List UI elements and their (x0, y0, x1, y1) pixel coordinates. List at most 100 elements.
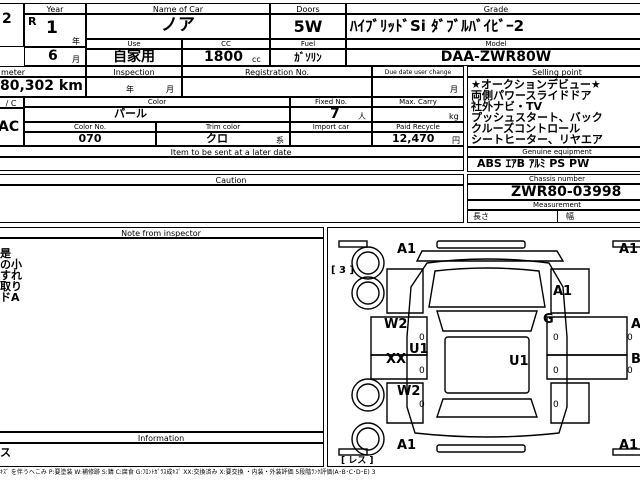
cc-value: 1800 (204, 49, 243, 65)
fuel-header: Fuel (270, 39, 346, 49)
model-value: DAA-ZWR80W (440, 49, 552, 65)
right-front-door (546, 316, 628, 356)
registration-cell (182, 77, 372, 97)
month-number: 6 (48, 48, 58, 64)
zero-mark: 0 (553, 366, 559, 376)
tire-rear-left2-inner (356, 427, 380, 451)
mark-u1-roof: U1 (509, 354, 529, 369)
year-unit: 年 (72, 37, 80, 46)
colorno-header: Color No. (24, 122, 156, 132)
color-header: Color (24, 97, 290, 107)
mark-w2-front-door: W2 (384, 317, 407, 332)
measure-header: Measurement (467, 200, 640, 210)
mark-b-right: B (631, 352, 640, 367)
year-number: 1 (46, 18, 58, 38)
zero-mark: 0 (627, 366, 633, 376)
later-header: Item to be sent at a later date (0, 146, 464, 157)
bracket-bottom: [ レス ] (341, 455, 374, 466)
info-cell (0, 443, 324, 467)
rear-window (436, 398, 538, 418)
measure-divider (557, 210, 558, 223)
mark-u1-left: U1 (409, 342, 429, 357)
colorno-value: 070 (78, 132, 102, 145)
fuel-value: ｶﾞｿﾘﾝ (294, 51, 322, 64)
mark-a1-hood: A1 (553, 284, 572, 299)
ac-value: AC (0, 119, 20, 135)
mark-a1-bottom-right: A1 (619, 438, 638, 453)
doors-value: 5W (293, 17, 323, 36)
recycle-value: 12,470 (392, 132, 435, 145)
mark-a-right: A (631, 317, 640, 332)
model-header: Model (346, 39, 640, 49)
zero-mark: 0 (419, 400, 425, 410)
zero-mark: 0 (553, 400, 559, 410)
meter-header: meter (0, 66, 86, 77)
width-label: 幅 (566, 212, 574, 221)
caution-cell (0, 185, 464, 223)
note-cell (0, 238, 324, 432)
tire-front-left2-inner (356, 281, 380, 305)
bracket-top: [ 3 ] (331, 265, 354, 276)
due-header: Due date user change (372, 66, 464, 77)
cc-unit: cc (252, 55, 261, 64)
info-value: ス (0, 446, 11, 459)
note-line: ドA (0, 291, 20, 304)
tire-rear-left-inner (356, 383, 380, 407)
car-body (406, 258, 568, 438)
trim-header: Trim color (156, 122, 290, 132)
inspection-header: Inspection (86, 66, 182, 77)
car-damage-diagram: [ 3 ] [ レス ] A1 A1 A1 G W2 U1 XX U1 W2 A… (331, 240, 640, 466)
note-header: Note from inspector (0, 227, 324, 238)
mark-a1-bottom-left: A1 (397, 438, 416, 453)
zero-mark: 0 (627, 333, 633, 343)
hood (428, 267, 546, 308)
c-header: / C (0, 97, 24, 108)
inspection-year-unit: 年 (126, 85, 134, 94)
footer-legend: ｷｽﾞ を伴うへこみ P:要塗装 W:補修跡 S:錆 C:腐食 G:ﾌﾛﾝﾄｶﾞ… (0, 469, 376, 476)
later-cell (0, 157, 464, 171)
selling-header: Selling point (467, 66, 640, 77)
mark-xx-left: XX (386, 352, 406, 367)
inspection-month-unit: 月 (166, 85, 174, 94)
doors-header: Doors (270, 3, 346, 14)
recycle-unit: 円 (452, 136, 460, 145)
chassis-header: Chassis number (467, 174, 640, 184)
mark-g: G (543, 312, 554, 327)
tire-front-left-inner (356, 251, 380, 275)
grade-value: ﾊｲﾌﾞﾘｯﾄﾞSi ﾀﾞﾌﾞﾙﾊﾞｲﾋﾞｰ2 (350, 17, 525, 35)
zero-mark: 0 (419, 366, 425, 376)
right-rear-door (546, 354, 628, 380)
genuine-header: Genuine equipment (467, 147, 640, 157)
left-front-fender (386, 268, 424, 314)
use-value: 自家用 (113, 49, 155, 65)
rear-bumper-bottom (436, 444, 526, 453)
trim-unit: 系 (276, 136, 284, 145)
measure-cell (467, 210, 640, 223)
recycle-header: Paid Recycle (372, 122, 464, 132)
fixed-value: 7 (330, 106, 340, 122)
era: R (28, 15, 37, 28)
grade-header: Grade (346, 3, 640, 14)
length-label: 長さ (473, 212, 489, 221)
fixed-unit: 人 (358, 112, 366, 121)
mark-w2-rear: W2 (397, 384, 420, 399)
car-name: ノア (161, 15, 195, 35)
info-header: Information (0, 432, 324, 443)
color-cell (24, 107, 290, 122)
chassis-value: ZWR80-03998 (511, 184, 622, 200)
import-cell (290, 132, 372, 146)
month-unit: 月 (72, 55, 80, 64)
year-header: Year (24, 3, 86, 14)
due-month-unit: 月 (450, 85, 458, 94)
mark-a1-top-left: A1 (397, 242, 416, 257)
use-header: Use (86, 39, 182, 49)
zero-mark: 0 (419, 333, 425, 343)
cc-header: CC (182, 39, 270, 49)
windshield (436, 310, 538, 332)
auction-sheet: 2 Year R 1 年 Name of Car ノア Doors 5W Gra… (0, 0, 640, 480)
caution-header: Caution (0, 174, 464, 185)
front-bumper-top (436, 240, 526, 249)
carry-header: Max. Carry (372, 97, 464, 107)
left-number: 2 (2, 11, 12, 27)
color-value: パール (114, 107, 147, 120)
